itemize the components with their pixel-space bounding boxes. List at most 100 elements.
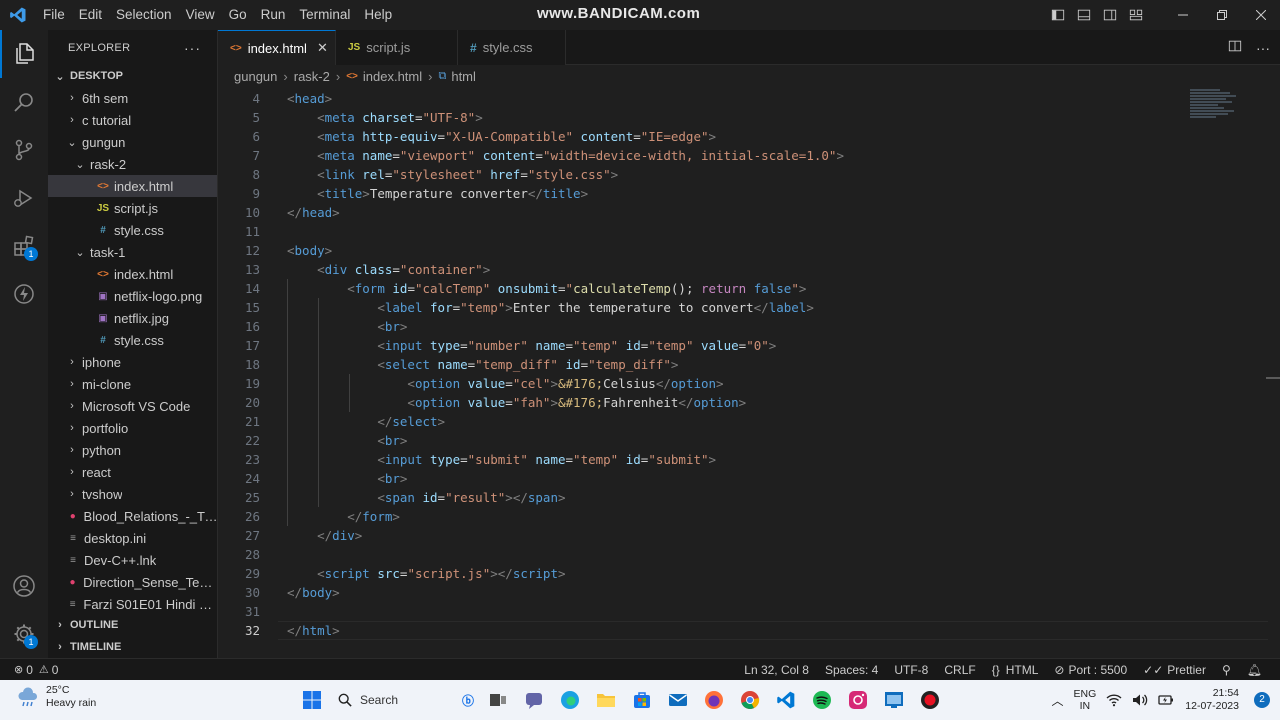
indentation[interactable]: Spaces: 4	[817, 663, 886, 677]
encoding[interactable]: UTF-8	[886, 663, 936, 677]
code-line[interactable]: <br>	[287, 317, 407, 336]
line-ending[interactable]: CRLF	[936, 663, 983, 677]
battery-plug-icon[interactable]	[1153, 693, 1179, 707]
file-explorer-icon[interactable]	[588, 680, 624, 720]
wifi-icon[interactable]	[1101, 693, 1127, 707]
code-line[interactable]: <head>	[287, 89, 332, 108]
code-line[interactable]: </form>	[287, 507, 400, 526]
menu-help[interactable]: Help	[357, 0, 399, 30]
chevron-up-icon[interactable]: ︿	[1047, 692, 1069, 709]
tree-file[interactable]: # style.css	[48, 219, 217, 241]
tab-style-css[interactable]: # style.css	[458, 30, 566, 65]
minimap[interactable]	[1190, 89, 1240, 129]
tree-folder[interactable]: › python	[48, 439, 217, 461]
language-indicator[interactable]: ENG IN	[1069, 688, 1102, 712]
tab-index-html[interactable]: <> index.html ✕	[218, 30, 336, 65]
tree-folder[interactable]: › tvshow	[48, 483, 217, 505]
tree-folder[interactable]: › Microsoft VS Code	[48, 395, 217, 417]
extensions-icon[interactable]: 1	[0, 222, 48, 270]
code-line[interactable]: </head>	[287, 203, 340, 222]
toggle-secondary-sidebar-icon[interactable]	[1097, 0, 1123, 30]
account-icon[interactable]	[0, 562, 48, 610]
mail-icon[interactable]	[660, 680, 696, 720]
code-line[interactable]: <script src="script.js"></script>	[287, 564, 565, 583]
close-tab-icon[interactable]: ✕	[317, 40, 328, 56]
breadcrumb-item[interactable]: html	[451, 69, 476, 84]
start-windows-icon[interactable]	[294, 680, 330, 720]
menu-selection[interactable]: Selection	[109, 0, 179, 30]
code-line[interactable]: <br>	[287, 431, 407, 450]
code-line[interactable]: <link rel="stylesheet" href="style.css">	[287, 165, 618, 184]
split-editor-icon[interactable]	[1228, 39, 1242, 56]
tree-folder[interactable]: › 6th sem	[48, 87, 217, 109]
chrome-icon[interactable]	[732, 680, 768, 720]
tree-folder[interactable]: ⌄ gungun	[48, 131, 217, 153]
tree-file[interactable]: ● Direction_Sense_Test_...	[48, 571, 218, 593]
tree-file[interactable]: ≡ Dev-C++.lnk	[48, 549, 217, 571]
notification-center[interactable]: 2	[1249, 692, 1280, 708]
code-line[interactable]: <option value="fah">&#176;Fahrenheit</op…	[287, 393, 746, 412]
tree-folder[interactable]: › portfolio	[48, 417, 217, 439]
breadcrumb-item[interactable]: rask-2	[294, 69, 330, 84]
minimize-icon[interactable]	[1163, 0, 1202, 30]
desktop-section[interactable]: ⌄ DESKTOP	[48, 65, 217, 87]
breadcrumb-item[interactable]: gungun	[234, 69, 277, 84]
teams-chat-icon[interactable]	[516, 680, 552, 720]
code-line[interactable]: <option value="cel">&#176;Celsius</optio…	[287, 374, 723, 393]
code-line[interactable]: <meta http-equiv="X-UA-Compatible" conte…	[287, 127, 716, 146]
spotify-icon[interactable]	[804, 680, 840, 720]
tree-file[interactable]: ▣ netflix.jpg	[48, 307, 217, 329]
code-line[interactable]: <select name="temp_diff" id="temp_diff">	[287, 355, 678, 374]
outline-section[interactable]: › OUTLINE	[48, 614, 217, 636]
code-line[interactable]: <input type="submit" name="temp" id="sub…	[287, 450, 716, 469]
feedback-icon[interactable]: ⚲	[1214, 663, 1239, 677]
restore-icon[interactable]	[1202, 0, 1241, 30]
bandicam-record-icon[interactable]	[912, 680, 948, 720]
source-control-icon[interactable]	[0, 126, 48, 174]
search-icon[interactable]	[0, 78, 48, 126]
instagram-icon[interactable]	[840, 680, 876, 720]
problems-indicator[interactable]: ⊗ 0 ⚠ 0	[0, 663, 58, 677]
microsoft-store-icon[interactable]	[624, 680, 660, 720]
tree-folder[interactable]: ⌄ rask-2	[48, 153, 217, 175]
code-line[interactable]: <label for="temp">Enter the temperature …	[287, 298, 814, 317]
code-line[interactable]: <div class="container">	[287, 260, 490, 279]
timeline-section[interactable]: › TIMELINE	[48, 636, 217, 658]
code-line[interactable]: <body>	[287, 241, 332, 260]
more-actions-icon[interactable]: ···	[184, 40, 201, 56]
close-window-icon[interactable]	[1241, 0, 1280, 30]
code-line[interactable]: <meta name="viewport" content="width=dev…	[287, 146, 844, 165]
tree-file[interactable]: JS script.js	[48, 197, 217, 219]
prettier-status[interactable]: ✓✓ Prettier	[1135, 663, 1214, 677]
code-line[interactable]: <span id="result"></span>	[287, 488, 565, 507]
more-actions-icon[interactable]: ···	[1256, 40, 1270, 56]
notifications-bell-icon[interactable]: 🔔︎	[1239, 663, 1270, 677]
code-line[interactable]: </div>	[287, 526, 362, 545]
live-server-port[interactable]: ⊘ Port : 5500	[1046, 663, 1135, 677]
tree-file[interactable]: ≡ desktop.ini	[48, 527, 217, 549]
tree-folder[interactable]: › iphone	[48, 351, 217, 373]
menu-file[interactable]: File	[36, 0, 72, 30]
system-clock[interactable]: 21:54 12-07-2023	[1179, 687, 1249, 713]
explorer-icon[interactable]	[0, 30, 48, 78]
weather-widget[interactable]: 25°C Heavy rain	[16, 684, 96, 710]
toggle-primary-sidebar-icon[interactable]	[1045, 0, 1071, 30]
code-editor[interactable]: 4 5 6 7 8 9 10 11 12 13 14 15 16 17 18 19 20 21 22 23 24 25 26…	[218, 87, 1280, 658]
menu-go[interactable]: Go	[222, 0, 254, 30]
taskbar-search[interactable]: Search ⓑ	[330, 684, 480, 716]
toggle-panel-icon[interactable]	[1071, 0, 1097, 30]
menu-terminal[interactable]: Terminal	[292, 0, 357, 30]
code-line[interactable]: <title>Temperature converter</title>	[287, 184, 588, 203]
settings-gear-icon[interactable]: 1	[0, 610, 48, 658]
tree-folder[interactable]: › react	[48, 461, 217, 483]
live-server-icon[interactable]	[0, 270, 48, 318]
tree-folder[interactable]: ⌄ task-1	[48, 241, 217, 263]
code-line[interactable]: <form id="calcTemp" onsubmit="calculateT…	[287, 279, 806, 298]
customize-layout-icon[interactable]	[1123, 0, 1149, 30]
tab-script-js[interactable]: JS script.js	[336, 30, 458, 65]
tree-folder[interactable]: › mi-clone	[48, 373, 217, 395]
code-line[interactable]: <input type="number" name="temp" id="tem…	[287, 336, 776, 355]
tree-file[interactable]: # style.css	[48, 329, 217, 351]
run-debug-icon[interactable]	[0, 174, 48, 222]
language-mode[interactable]: {} HTML	[984, 663, 1047, 677]
